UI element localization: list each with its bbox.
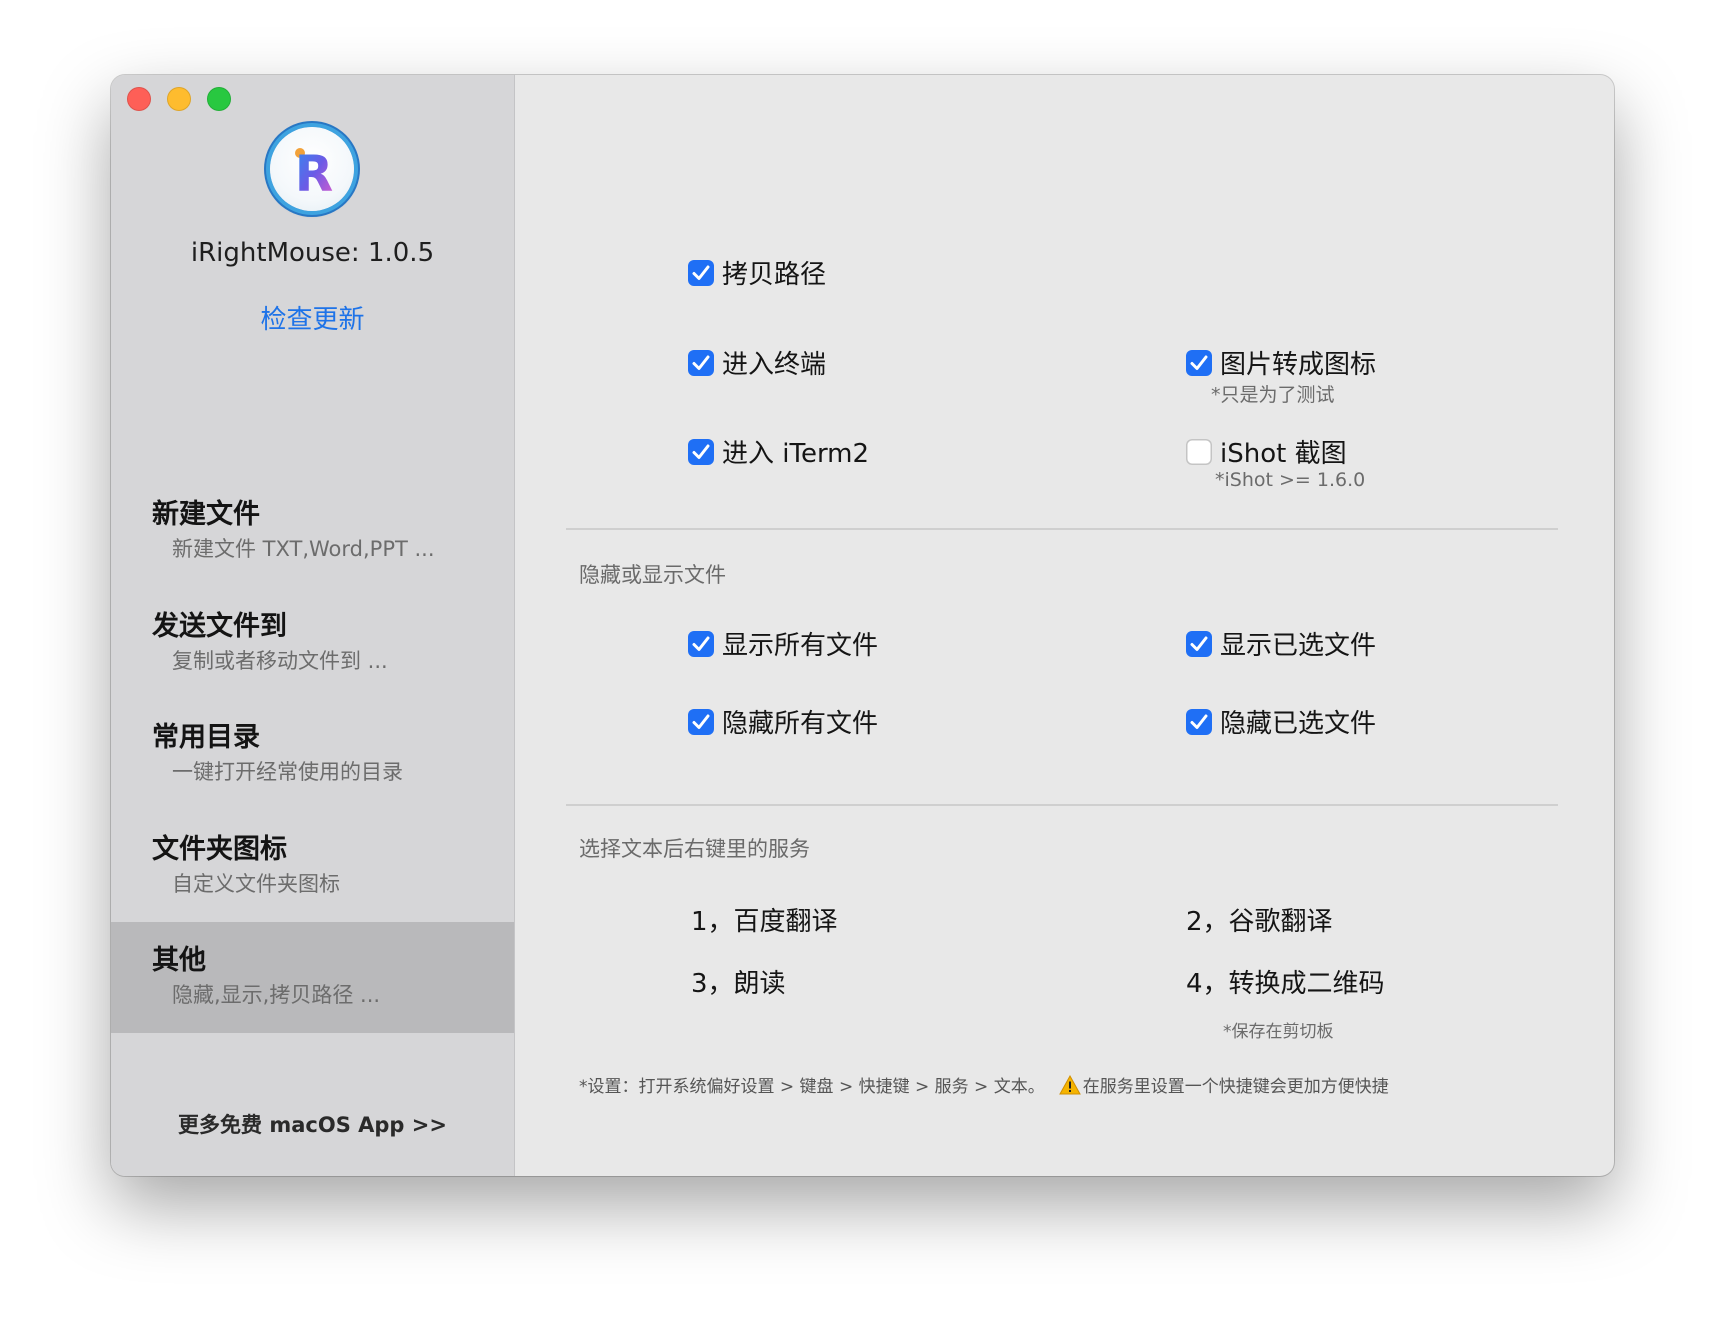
image-to-icon-checkbox[interactable]: [1186, 349, 1212, 376]
show-all-files-label: 显示所有文件: [722, 631, 879, 661]
hide-selected-files-label: 隐藏已选文件: [1220, 709, 1377, 739]
checkmark-icon: [692, 355, 710, 370]
sidebar-item-subtitle: 隐藏,显示,拷贝路径 ...: [172, 983, 381, 1007]
open-iterm2-label: 进入 iTerm2: [722, 439, 870, 469]
show-selected-files-checkbox[interactable]: [1186, 630, 1212, 657]
show-selected-files-option[interactable]: 显示已选文件: [1186, 625, 1376, 662]
service-qr-code: 4，转换成二维码: [1186, 969, 1385, 999]
maximize-dot-icon[interactable]: [207, 87, 231, 111]
services-section-title: 选择文本后右键里的服务: [579, 837, 810, 861]
ishot-note: *iShot >= 1.6.0: [1215, 469, 1366, 491]
footnote-warning-text: 在服务里设置一个快捷键会更加方便快捷: [1082, 1077, 1389, 1097]
sidebar-item-title: 常用目录: [152, 722, 260, 753]
hide-all-files-checkbox[interactable]: [688, 708, 714, 735]
sidebar: R iRightMouse: 1.0.5 检查更新 新建文件 新建文件 TXT,…: [111, 75, 515, 1176]
checkmark-icon: [692, 265, 710, 280]
sidebar-item-subtitle: 新建文件 TXT,Word,PPT ...: [172, 537, 435, 561]
sidebar-item-title: 新建文件: [152, 499, 260, 530]
close-dot-icon[interactable]: [127, 87, 151, 111]
image-to-icon-note: *只是为了测试: [1211, 384, 1335, 406]
open-iterm2-checkbox[interactable]: [688, 438, 714, 465]
app-version: iRightMouse: 1.0.5: [190, 238, 435, 268]
sidebar-item-subtitle: 复制或者移动文件到 ...: [172, 649, 388, 673]
warning-icon: [1058, 1074, 1081, 1094]
checkmark-icon: [1190, 355, 1208, 370]
divider: [566, 528, 1558, 530]
hide-all-files-option[interactable]: 隐藏所有文件: [688, 703, 878, 740]
checkmark-icon: [692, 444, 710, 459]
service-read-aloud: 3，朗读: [691, 969, 786, 999]
image-to-icon-option[interactable]: 图片转成图标: [1186, 344, 1376, 381]
qr-code-note: *保存在剪切板: [1223, 1022, 1334, 1042]
sidebar-item-subtitle: 自定义文件夹图标: [172, 872, 340, 896]
service-baidu-translate: 1，百度翻译: [691, 907, 838, 937]
ishot-label: iShot 截图: [1220, 439, 1347, 469]
copy-path-option[interactable]: 拷贝路径: [688, 254, 826, 291]
ishot-option[interactable]: iShot 截图: [1186, 433, 1347, 470]
checkmark-icon: [692, 714, 710, 729]
sidebar-item-common-dirs[interactable]: 常用目录 一键打开经常使用的目录: [111, 699, 514, 810]
hide-all-files-label: 隐藏所有文件: [722, 709, 879, 739]
open-iterm2-option[interactable]: 进入 iTerm2: [688, 433, 869, 470]
ishot-checkbox[interactable]: [1186, 438, 1212, 465]
sidebar-item-title: 发送文件到: [152, 611, 287, 642]
more-apps-link[interactable]: 更多免费 macOS App >>: [111, 1109, 514, 1139]
footnote-settings-path: *设置：打开系统偏好设置 > 键盘 > 快捷键 > 服务 > 文本。: [579, 1077, 1045, 1097]
sidebar-item-title: 其他: [152, 945, 206, 976]
sidebar-item-title: 文件夹图标: [152, 834, 287, 865]
minimize-dot-icon[interactable]: [167, 87, 191, 111]
open-terminal-label: 进入终端: [722, 350, 827, 380]
window-controls: [127, 87, 231, 111]
app-logo-icon: R: [270, 127, 354, 211]
app-logo-letter: R: [295, 145, 334, 203]
checkmark-icon: [692, 636, 710, 651]
services-footnote: *设置：打开系统偏好设置 > 键盘 > 快捷键 > 服务 > 文本。 在服务里设…: [579, 1072, 1389, 1097]
divider: [566, 804, 1558, 806]
open-terminal-option[interactable]: 进入终端: [688, 344, 826, 381]
sidebar-item-new-file[interactable]: 新建文件 新建文件 TXT,Word,PPT ...: [111, 476, 514, 587]
settings-panel: 拷贝路径 进入终端 图片转成图标 *只是为了测试 进入 iTerm2 iShot…: [515, 75, 1614, 1176]
image-to-icon-label: 图片转成图标: [1220, 350, 1377, 380]
checkmark-icon: [1190, 636, 1208, 651]
preferences-window: R iRightMouse: 1.0.5 检查更新 新建文件 新建文件 TXT,…: [111, 75, 1614, 1176]
sidebar-item-subtitle: 一键打开经常使用的目录: [172, 760, 403, 784]
hide-selected-files-checkbox[interactable]: [1186, 708, 1212, 735]
check-update-link[interactable]: 检查更新: [111, 299, 514, 336]
show-all-files-checkbox[interactable]: [688, 630, 714, 657]
show-selected-files-label: 显示已选文件: [1220, 631, 1377, 661]
hide-selected-files-option[interactable]: 隐藏已选文件: [1186, 703, 1376, 740]
open-terminal-checkbox[interactable]: [688, 349, 714, 376]
checkmark-icon: [1190, 714, 1208, 729]
hide-show-section-title: 隐藏或显示文件: [579, 563, 726, 587]
show-all-files-option[interactable]: 显示所有文件: [688, 625, 878, 662]
service-google-translate: 2，谷歌翻译: [1186, 907, 1333, 937]
sidebar-item-send-to[interactable]: 发送文件到 复制或者移动文件到 ...: [111, 588, 514, 699]
copy-path-checkbox[interactable]: [688, 259, 714, 286]
sidebar-item-folder-icon[interactable]: 文件夹图标 自定义文件夹图标: [111, 811, 514, 922]
copy-path-label: 拷贝路径: [722, 260, 827, 290]
sidebar-item-other[interactable]: 其他 隐藏,显示,拷贝路径 ...: [111, 922, 514, 1033]
